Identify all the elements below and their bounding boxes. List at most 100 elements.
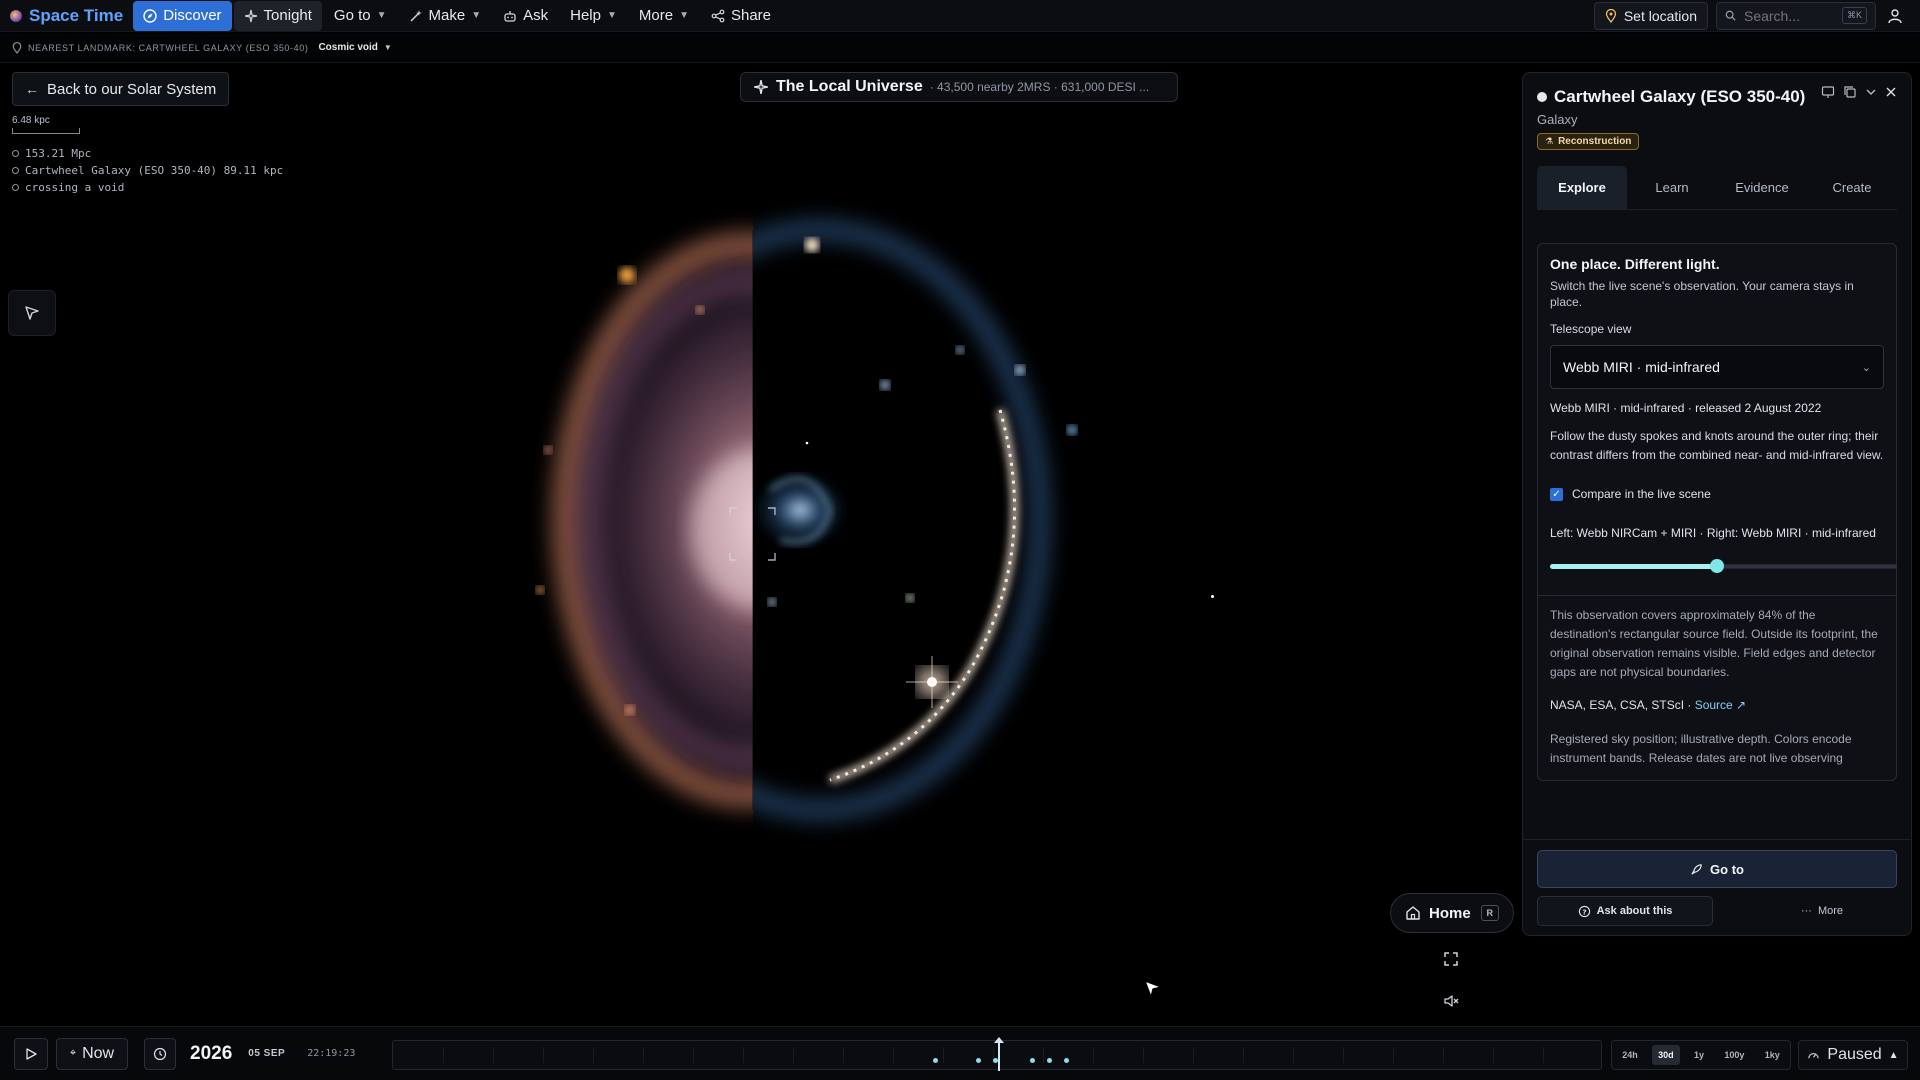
position-readouts: 153.21 Mpc Cartwheel Galaxy (ESO 350-40)… (12, 145, 283, 196)
top-right-controls: Set location ⌘K (1593, 1, 1920, 30)
timeline-tick (943, 1047, 944, 1063)
panel-scroll-area[interactable]: One place. Different light. Switch the l… (1537, 243, 1897, 839)
search-box[interactable]: ⌘K (1716, 1, 1876, 30)
fullscreen-button[interactable] (1440, 948, 1462, 970)
tab-evidence[interactable]: Evidence (1717, 166, 1807, 209)
zoom-30d[interactable]: 30d (1652, 1045, 1680, 1065)
chevron-down-icon: ▼ (376, 10, 387, 21)
timeline-tick (743, 1047, 744, 1063)
copy-icon[interactable] (1843, 85, 1857, 99)
object-panel: Cartwheel Galaxy (ESO 350-40) Galaxy ⚗ R… (1522, 72, 1912, 936)
zoom-1ky[interactable]: 1ky (1759, 1045, 1786, 1065)
timeline-event-dot[interactable] (1030, 1058, 1035, 1063)
timeline-event-dot[interactable] (976, 1058, 981, 1063)
search-shortcut: ⌘K (1841, 7, 1867, 24)
pointer-tool-button[interactable] (8, 290, 56, 336)
pin-panel-icon[interactable] (1821, 85, 1835, 99)
ask-button[interactable]: Ask (493, 1, 558, 31)
make-menu[interactable]: Make ▼ (399, 1, 492, 31)
panel-more-button[interactable]: ··· More (1767, 896, 1877, 926)
tab-learn[interactable]: Learn (1627, 166, 1717, 209)
back-label: Back to our Solar System (47, 80, 217, 98)
timeline-year[interactable]: 2026 (190, 1043, 232, 1065)
timeline-event-dot[interactable] (1064, 1058, 1069, 1063)
region-selector[interactable]: Cosmic void (318, 42, 377, 53)
search-input[interactable] (1743, 7, 1834, 24)
zoom-24h[interactable]: 24h (1616, 1045, 1644, 1065)
compass-icon (143, 8, 157, 23)
tab-explore[interactable]: Explore (1537, 166, 1627, 209)
top-nav-bar: Space Time Discover Tonight Go to ▼ Make… (0, 0, 1920, 32)
timeline-playhead[interactable] (998, 1039, 1000, 1071)
timeline-tick (693, 1047, 694, 1063)
app-name: Space Time (29, 5, 124, 25)
play-icon (26, 1047, 37, 1060)
history-button[interactable] (144, 1037, 176, 1070)
timeline-date[interactable]: 05 SEP (248, 1048, 285, 1059)
slider-fill (1550, 564, 1717, 569)
divider (1538, 595, 1896, 596)
now-button[interactable]: ⌖ Now (56, 1037, 128, 1070)
close-icon[interactable] (1885, 86, 1897, 98)
rocket-icon (1691, 863, 1702, 875)
mouse-cursor-icon (1144, 980, 1162, 998)
zoom-1y[interactable]: 1y (1688, 1045, 1710, 1065)
speaker-muted-icon (1444, 995, 1459, 1007)
app-brand[interactable]: Space Time (0, 0, 133, 32)
share-icon (711, 9, 725, 22)
user-account-button[interactable] (1884, 5, 1906, 27)
local-universe-pill[interactable]: The Local Universe · 43,500 nearby 2MRS … (740, 72, 1178, 102)
compare-slider[interactable] (1550, 559, 1897, 573)
help-label: Help (570, 7, 601, 24)
source-link[interactable]: Source ↗ (1695, 698, 1746, 712)
telescope-view-label: Telescope view (1550, 322, 1632, 336)
timeline-tick (793, 1047, 794, 1063)
playback-status-button[interactable]: Paused ▲ (1798, 1040, 1908, 1070)
tonight-button[interactable]: Tonight (233, 0, 322, 31)
panel-header: Cartwheel Galaxy (ESO 350-40) Galaxy ⚗ R… (1523, 73, 1911, 150)
slider-thumb[interactable] (1710, 559, 1724, 573)
home-button[interactable]: Home R (1390, 893, 1514, 933)
zoom-100y[interactable]: 100y (1718, 1045, 1750, 1065)
share-button[interactable]: Share (701, 1, 781, 31)
set-location-button[interactable]: Set location (1593, 1, 1708, 30)
scale-label: 6.48 kpc (12, 115, 50, 126)
more-menu[interactable]: More ▼ (629, 1, 699, 31)
cartwheel-galaxy-view[interactable] (500, 190, 1100, 840)
timeline-time: 22:19:23 (307, 1048, 356, 1059)
sparkles-icon (754, 80, 768, 94)
timeline-event-dot[interactable] (933, 1058, 938, 1063)
discover-button[interactable]: Discover (133, 0, 232, 31)
home-shortcut: R (1480, 905, 1499, 921)
panel-more-label: More (1817, 905, 1844, 917)
play-button[interactable] (14, 1037, 48, 1070)
tab-create[interactable]: Create (1807, 166, 1897, 209)
back-to-solar-system-button[interactable]: ← Back to our Solar System (12, 72, 230, 106)
more-label: More (638, 7, 674, 24)
observation-body: Follow the dusty spokes and knots around… (1550, 429, 1884, 462)
help-menu[interactable]: Help ▼ (560, 1, 627, 31)
ask-about-this-button[interactable]: ? Ask about this (1537, 896, 1713, 926)
telescope-view-select[interactable]: Webb MIRI · mid-infrared ⌄ (1550, 345, 1884, 389)
mute-button[interactable] (1440, 990, 1462, 1012)
scale-indicator: 6.48 kpc (12, 115, 80, 134)
timeline-tick (1293, 1047, 1294, 1063)
goto-button[interactable]: Go to (1537, 850, 1897, 888)
svg-text:?: ? (1582, 907, 1586, 916)
compare-checkbox[interactable]: ✓ (1550, 487, 1563, 501)
scale-bar (12, 128, 80, 134)
goto-menu[interactable]: Go to ▼ (324, 1, 397, 31)
collapse-chevron-icon[interactable] (1865, 86, 1877, 98)
navigation-arrow-icon (25, 306, 39, 320)
card-title: One place. Different light. (1550, 256, 1720, 272)
compare-row[interactable]: ✓ Compare in the live scene (1550, 487, 1884, 501)
landmark-bar: NEAREST LANDMARK: CARTWHEEL GALAXY (ESO … (0, 33, 1920, 63)
timeline-event-dot[interactable] (1047, 1058, 1052, 1063)
goto-button-label: Go to (1710, 861, 1744, 877)
timeline-event-dot[interactable] (993, 1058, 998, 1063)
timeline-track[interactable] (392, 1037, 1602, 1071)
arrow-left-icon: ← (25, 81, 39, 97)
timeline-tick (643, 1047, 644, 1063)
timeline-tick (1543, 1047, 1544, 1063)
search-icon (1725, 10, 1736, 21)
